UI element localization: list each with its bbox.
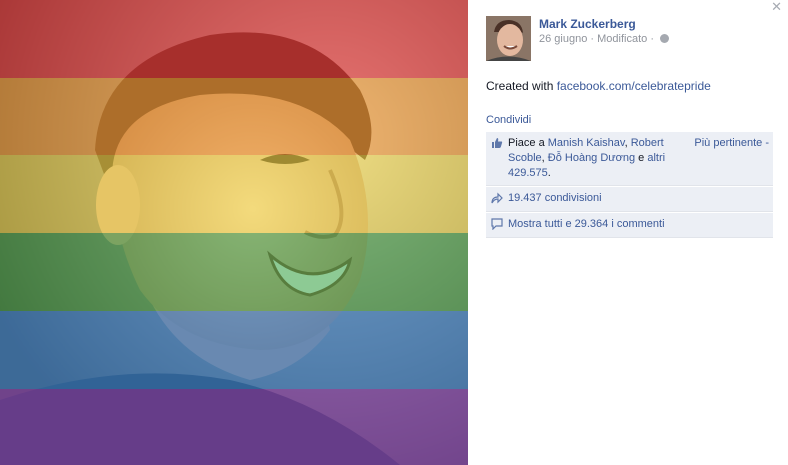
sort-relevant-dropdown[interactable]: Più pertinente - [694, 136, 769, 151]
post-photo[interactable] [0, 0, 468, 465]
share-action-link[interactable]: Condividi [486, 114, 531, 126]
post-date-link[interactable]: 26 giugno [539, 33, 587, 45]
rainbow-stripe-orange [0, 78, 468, 155]
caption-link[interactable]: facebook.com/celebratepride [557, 79, 711, 93]
meta-separator-2: · [650, 33, 654, 45]
post-meta: 26 giugno · Modificato · [539, 33, 670, 45]
comment-bubble-icon [491, 218, 503, 230]
shares-row: 19.437 condivisioni [486, 187, 773, 212]
liker-link-1[interactable]: Manish Kaishav [548, 137, 625, 149]
author-name-link[interactable]: Mark Zuckerberg [539, 17, 636, 31]
avatar[interactable] [486, 16, 531, 61]
likes-conj: e [635, 152, 648, 164]
likes-row: Piace a Manish Kaishav, Robert Scoble, Đ… [486, 132, 773, 186]
shares-count-link[interactable]: 19.437 condivisioni [508, 192, 602, 204]
rainbow-stripe-purple [0, 389, 468, 465]
ufi-block: Piace a Manish Kaishav, Robert Scoble, Đ… [486, 132, 773, 239]
rainbow-stripe-green [0, 233, 468, 311]
rainbow-stripe-yellow [0, 155, 468, 233]
post-caption: Created with facebook.com/celebratepride [486, 79, 711, 93]
avatar-image [486, 16, 531, 61]
likes-text: Piace a Manish Kaishav, Robert Scoble, Đ… [508, 136, 683, 181]
share-arrow-icon [491, 192, 503, 204]
view-comments-link[interactable]: Mostra tutti e 29.364 i commenti [508, 218, 665, 230]
rainbow-stripe-blue [0, 311, 468, 389]
likes-end: . [547, 167, 551, 179]
close-icon[interactable]: ✕ [771, 0, 782, 14]
globe-icon[interactable] [660, 34, 670, 43]
meta-separator: · [590, 33, 595, 45]
post-side-panel: ✕ Mark Zuckerberg 26 giugno · Modificato… [468, 0, 788, 465]
likes-prefix: Piace a [508, 137, 548, 149]
edited-label[interactable]: Modificato [597, 33, 647, 45]
liker-link-3[interactable]: Đỗ Hoàng Dương [548, 152, 635, 164]
thumbs-up-icon [492, 138, 503, 148]
rainbow-stripe-red [0, 0, 468, 78]
comments-row: Mostra tutti e 29.364 i commenti [486, 213, 773, 238]
caption-text: Created with [486, 79, 557, 93]
